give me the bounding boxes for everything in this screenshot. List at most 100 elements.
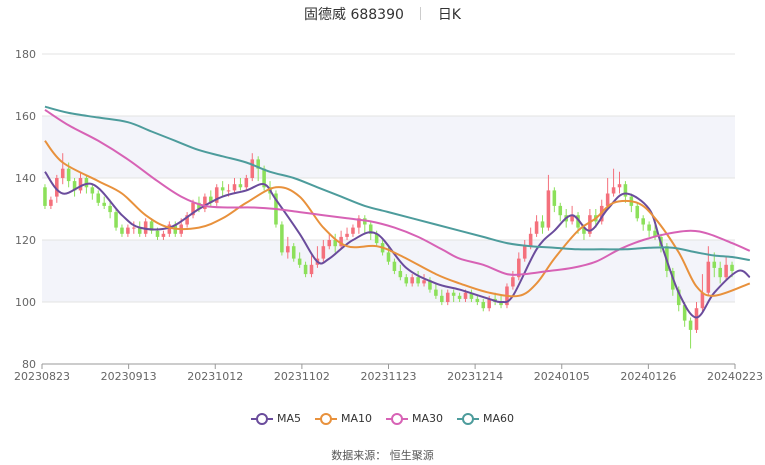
candle-body [475,298,480,302]
candle-body [700,292,705,309]
candle-body [635,205,640,219]
candle-body [404,277,409,284]
y-tick-label: 140 [15,172,36,185]
x-tick-label: 20240126 [620,370,676,383]
candle-body [522,246,527,259]
candle-body [351,227,355,234]
legend-marker-icon [386,412,408,425]
candle-body [511,277,515,287]
legend-label: MA5 [276,412,301,425]
candle-body [108,205,112,213]
candle-body [126,227,130,234]
candle-body [90,187,95,194]
candle-body [457,295,462,299]
candle-body [60,168,65,178]
candle-body [226,190,231,192]
candle-body [232,184,237,191]
candle-body [43,187,47,206]
candle-body [321,246,326,259]
x-tick-label: 20231012 [187,370,243,383]
candle-body [250,159,255,178]
candle-body [611,187,616,194]
x-tick-label: 20230913 [101,370,157,383]
x-tick-label: 20231123 [361,370,417,383]
legend-label: MA10 [340,412,372,425]
grid-band [42,116,735,178]
candle-body [96,193,101,203]
x-tick-label: 20230823 [14,370,70,383]
legend-item-ma60[interactable]: MA60 [457,412,514,425]
candle-body [528,233,533,247]
candle-body [688,320,693,330]
candle-body [718,267,722,278]
candle-body [345,233,349,237]
candlestick-chart: 8010012014016018020230823 20230913 2023101… [14,48,763,383]
candle-body [546,190,551,228]
candle-body [286,246,290,253]
candle-body [694,308,699,330]
candle-body [161,233,166,237]
candle-body [143,221,148,234]
candle-body [641,218,645,225]
candle-body [327,240,332,247]
candle-body [605,193,610,206]
candle-body [724,264,728,278]
candle-body [120,227,124,234]
candle-body [706,261,711,293]
y-tick-label: 100 [15,296,36,309]
candle-body [297,258,302,265]
y-tick-label: 180 [15,48,36,61]
candle-body [398,271,403,278]
candle-body [392,261,397,271]
candle-body [463,292,468,299]
x-tick-label: 20231214 [447,370,503,383]
data-source: 数据来源： 恒生聚源 [331,449,434,462]
candle-body [132,227,136,229]
candle-body [114,212,118,228]
candle-body [303,264,308,275]
candle-body [445,292,450,302]
candle-body [410,277,414,284]
candle-body [617,184,622,188]
candle-body [481,302,486,309]
candle-body [309,264,314,275]
legend-item-ma10[interactable]: MA10 [314,412,372,425]
legend-item-ma30[interactable]: MA30 [386,412,443,425]
x-tick-label: 20240223 [707,370,763,383]
legend-label: MA30 [412,412,444,425]
legend-label: MA60 [483,412,515,425]
candle-body [244,178,249,188]
candle-body [238,184,243,188]
candle-body [416,277,420,284]
legend-item-ma5[interactable]: MA5 [250,412,301,425]
candle-body [280,224,284,253]
candle-body [712,261,717,268]
candle-body [102,202,106,206]
candle-body [155,230,160,237]
legend-marker-icon [250,412,273,425]
candle-body [730,264,734,271]
candle-body [78,178,83,191]
candle-body [167,224,172,234]
candle-body [451,292,456,296]
y-tick-label: 160 [15,110,36,123]
candle-body [540,221,545,228]
candle-body [440,295,444,302]
candle-body [220,187,225,191]
y-tick-label: 120 [15,234,36,247]
candle-body [534,221,539,234]
chart-legend: MA5 MA10 MA30 MA60 [0,412,765,428]
candle-body [66,168,71,182]
candle-body [623,184,628,197]
candle-body [422,280,426,284]
candle-body [291,246,296,259]
x-tick-label: 20231102 [274,370,330,383]
legend-marker-icon [314,412,337,425]
candle-body [49,199,53,206]
legend-marker-icon [457,412,480,425]
candle-body [386,252,391,262]
candle-body [84,178,89,188]
candle-body [552,190,557,206]
candle-body [647,224,651,231]
x-tick-label: 20240105 [534,370,590,383]
